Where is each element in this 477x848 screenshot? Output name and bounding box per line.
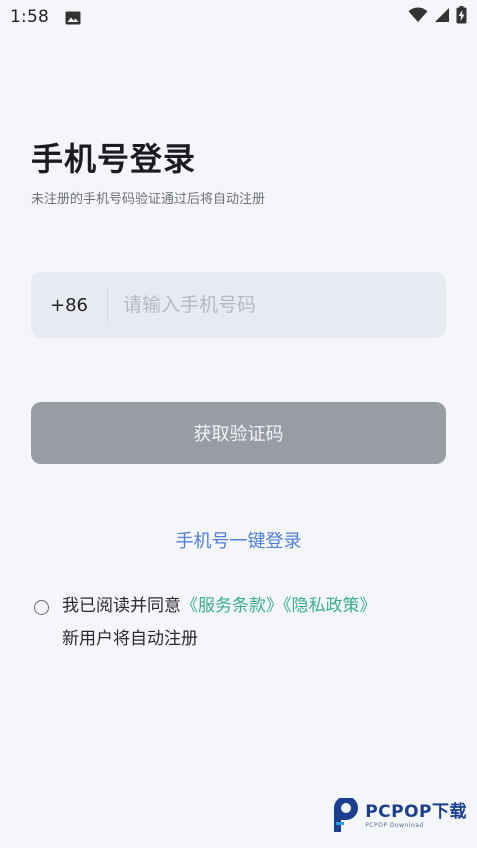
one-click-login-link[interactable]: 手机号一键登录 xyxy=(0,527,477,553)
agreement-row: 我已阅读并同意《服务条款》《隐私政策》 新用户将自动注册 xyxy=(34,596,454,656)
get-verification-code-button[interactable]: 获取验证码 xyxy=(31,402,446,464)
phone-number-input[interactable] xyxy=(108,272,446,338)
battery-charging-icon xyxy=(456,6,467,28)
status-icons xyxy=(408,6,467,28)
watermark-brand: PCPOP下载 xyxy=(365,802,467,822)
wifi-icon xyxy=(408,7,428,27)
agreement-prefix: 我已阅读并同意 xyxy=(62,596,181,616)
photo-icon xyxy=(65,10,81,25)
privacy-policy-link[interactable]: 《隐私政策》 xyxy=(283,596,377,616)
country-code-selector[interactable]: +86 xyxy=(31,295,107,316)
watermark-tagline: PCPOP Download xyxy=(365,822,424,829)
auto-register-note: 新用户将自动注册 xyxy=(62,629,198,649)
page-title: 手机号登录 xyxy=(31,140,197,178)
watermark-text: PCPOP下载 PCPOP Download xyxy=(365,803,467,829)
watermark: PCPOP下载 PCPOP Download xyxy=(330,796,467,834)
agreement-checkbox[interactable] xyxy=(34,600,49,615)
terms-of-service-link[interactable]: 《服务条款》 xyxy=(181,596,283,616)
agreement-line: 我已阅读并同意《服务条款》《隐私政策》 xyxy=(62,590,377,623)
login-screen: 1:58 手机号登录 未注册的手机号码验证通过后将自动注册 +86 请输入手机号… xyxy=(0,0,477,848)
status-bar: 1:58 xyxy=(0,0,477,34)
status-time: 1:58 xyxy=(10,7,49,27)
agreement-text: 我已阅读并同意《服务条款》《隐私政策》 新用户将自动注册 xyxy=(62,590,377,656)
page-subtitle: 未注册的手机号码验证通过后将自动注册 xyxy=(31,192,266,207)
cellular-signal-icon xyxy=(434,7,450,27)
phone-input-group: +86 xyxy=(31,272,446,338)
pcpop-logo-icon xyxy=(330,796,362,834)
